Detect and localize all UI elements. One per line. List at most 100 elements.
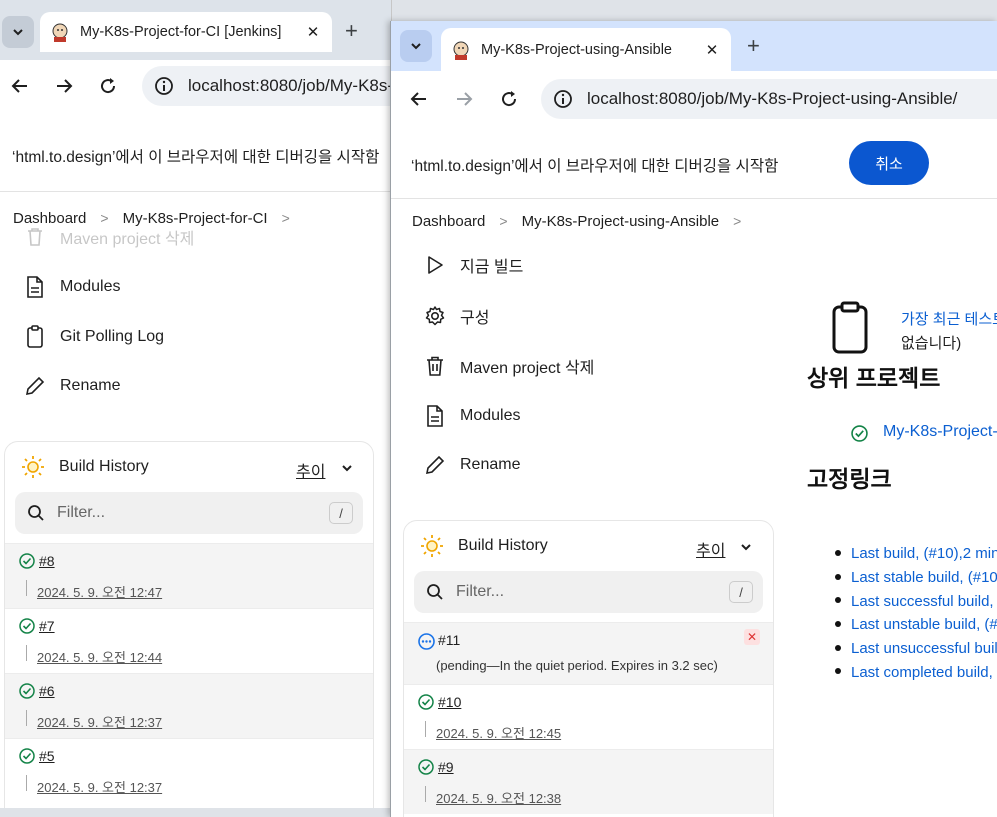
build-number-link[interactable]: #10: [438, 694, 461, 710]
filter-placeholder: Filter...: [57, 504, 106, 521]
sidebar-item-modules[interactable]: Modules: [424, 404, 520, 428]
build-date-link[interactable]: 2024. 5. 9. 오전 12:47: [37, 582, 162, 601]
breadcrumb-project[interactable]: My-K8s-Project-using-Ansible: [522, 213, 720, 230]
build-filter-input[interactable]: Filter... /: [414, 571, 763, 613]
permalink-last-build[interactable]: Last build, (#10),2 min 30 sec 전: [835, 541, 997, 565]
sidebar-item-label: Rename: [460, 456, 521, 473]
build-date-link[interactable]: 2024. 5. 9. 오전 12:38: [436, 788, 561, 807]
trash-icon: [28, 228, 42, 246]
build-date-link[interactable]: 2024. 5. 9. 오전 12:37: [37, 777, 162, 796]
infobar-text: ‘html.to.design’에서 이 브라우저에 대한 디버깅을 시작함: [12, 149, 380, 166]
breadcrumb-dashboard[interactable]: Dashboard: [412, 213, 485, 230]
new-tab-button[interactable]: +: [747, 33, 760, 59]
pending-message: (pending—In the quiet period. Expires in…: [436, 658, 718, 673]
tab-strip: My-K8s-Project-for-CI [Jenkins] ✕ +: [0, 0, 391, 64]
forward-button[interactable]: [50, 72, 78, 100]
filter-shortcut-badge: /: [329, 502, 353, 524]
chevron-right-icon: >: [100, 210, 109, 226]
close-tab-icon[interactable]: ✕: [703, 41, 721, 59]
site-info-icon[interactable]: [154, 76, 174, 96]
arrow-left-icon: [11, 79, 27, 93]
build-date-link[interactable]: 2024. 5. 9. 오전 12:37: [37, 712, 162, 731]
build-filter-input[interactable]: Filter... /: [15, 492, 363, 534]
reload-icon: [502, 91, 517, 107]
build-number-link[interactable]: #9: [438, 759, 454, 775]
address-bar[interactable]: localhost:8080/job/My-K8s-Project-for-CI…: [142, 66, 391, 106]
sidebar-item-git-polling-log[interactable]: Git Polling Log: [24, 325, 164, 349]
permalink-last-successful[interactable]: Last successful build, (#10),2 min 30 se…: [835, 588, 997, 612]
trend-link[interactable]: 추이: [696, 537, 725, 561]
permalinks-list: Last build, (#10),2 min 30 sec 전 Last st…: [835, 541, 997, 683]
sidebar-item-delete[interactable]: Maven project 삭제: [424, 354, 594, 378]
jenkins-favicon-icon: [52, 23, 68, 42]
breadcrumb-dashboard[interactable]: Dashboard: [13, 210, 86, 227]
trend-link[interactable]: 추이: [296, 458, 325, 482]
sidebar-item-build-now[interactable]: 지금 빌드: [424, 253, 523, 277]
site-info-icon[interactable]: [553, 89, 573, 109]
upstream-projects-heading: 상위 프로젝트: [807, 365, 941, 391]
browser-tab-active[interactable]: My-K8s-Project-using-Ansible ✕: [441, 28, 731, 71]
sidebar-item-modules[interactable]: Modules: [24, 275, 120, 299]
permalink-last-completed[interactable]: Last completed build, (#10),2 min 30 sec…: [835, 659, 997, 683]
tab-title: My-K8s-Project-using-Ansible: [481, 41, 672, 58]
tab-search-button[interactable]: [400, 30, 432, 62]
build-number-link[interactable]: #5: [39, 748, 55, 764]
new-tab-button[interactable]: +: [345, 18, 358, 44]
address-bar[interactable]: localhost:8080/job/My-K8s-Project-using-…: [541, 79, 997, 119]
timeline-line: [26, 710, 27, 726]
build-row: #7 2024. 5. 9. 오전 12:44: [5, 608, 373, 673]
main-content: 가장 최근 테스트 결과 없습니다) 상위 프로젝트 My-K8s-Projec…: [807, 249, 997, 809]
chevron-right-icon[interactable]: >: [282, 210, 290, 226]
sidebar-item-label: Modules: [60, 278, 121, 295]
sun-icon: [421, 535, 443, 557]
debug-infobar: ‘html.to.design’에서 이 브라우저에 대한 디버깅을 시작함 취…: [391, 127, 997, 199]
filter-placeholder: Filter...: [456, 583, 505, 600]
chevron-right-icon[interactable]: >: [733, 213, 741, 229]
success-check-icon: [19, 553, 35, 569]
cancel-build-icon[interactable]: ✕: [744, 629, 760, 645]
debug-infobar: ‘html.to.design’에서 이 브라우저에 대한 디버깅을 시작함: [0, 118, 391, 192]
latest-test-result-link[interactable]: 가장 최근 테스트 결과: [901, 308, 997, 329]
sidebar-item-delete[interactable]: Maven project 삭제: [24, 226, 194, 248]
timeline-line: [26, 775, 27, 791]
close-tab-icon[interactable]: ✕: [304, 23, 322, 41]
url-text: localhost:8080/job/My-K8s-Project-for-CI…: [188, 76, 391, 95]
build-history-title: Build History: [59, 458, 149, 475]
breadcrumb-project[interactable]: My-K8s-Project-for-CI: [123, 210, 268, 227]
sidebar-item-rename[interactable]: Rename: [24, 375, 120, 397]
build-number-link[interactable]: #7: [39, 618, 55, 634]
build-number-link[interactable]: #6: [39, 683, 55, 699]
tab-search-button[interactable]: [2, 16, 34, 48]
forward-button-disabled[interactable]: [450, 85, 478, 113]
build-number-link[interactable]: #8: [39, 553, 55, 569]
sidebar-item-label: 구성: [460, 310, 490, 327]
back-button[interactable]: [6, 72, 34, 100]
clipboard-icon: [27, 325, 43, 348]
jenkins-favicon-icon: [453, 41, 469, 60]
permalink-last-unsuccessful[interactable]: Last unsuccessful build, (#5),1 hr 2 min…: [835, 636, 997, 660]
success-check-icon: [19, 683, 35, 699]
permalink-last-unstable[interactable]: Last unstable build, (#5),1 hr 2 min 전: [835, 612, 997, 636]
sidebar-item-label: Rename: [60, 377, 121, 394]
chevron-down-icon[interactable]: [340, 461, 354, 475]
permalink-last-stable[interactable]: Last stable build, (#10),2 min 30 sec 전: [835, 565, 997, 589]
upstream-project-link[interactable]: My-K8s-Project-for-CI: [883, 423, 997, 441]
sidebar-item-configure[interactable]: 구성: [424, 304, 489, 328]
back-button[interactable]: [405, 85, 433, 113]
timeline-line: [26, 645, 27, 661]
tab-title: My-K8s-Project-for-CI [Jenkins]: [80, 24, 282, 40]
cancel-debug-button[interactable]: 취소: [849, 141, 929, 185]
pencil-icon: [425, 455, 445, 475]
build-history-card: Build History 추이 Filter... / #11 (pendin…: [403, 520, 774, 817]
browser-tab[interactable]: My-K8s-Project-for-CI [Jenkins] ✕: [40, 12, 332, 52]
reload-button[interactable]: [94, 72, 122, 100]
pencil-icon: [25, 376, 45, 396]
build-date-link[interactable]: 2024. 5. 9. 오전 12:44: [37, 647, 162, 666]
chevron-down-icon: [13, 29, 23, 36]
document-icon: [27, 276, 43, 298]
chevron-down-icon[interactable]: [739, 540, 753, 554]
build-date-link[interactable]: 2024. 5. 9. 오전 12:45: [436, 723, 561, 742]
reload-button[interactable]: [495, 85, 523, 113]
trash-icon: [427, 356, 443, 376]
sidebar-item-rename[interactable]: Rename: [424, 454, 520, 476]
